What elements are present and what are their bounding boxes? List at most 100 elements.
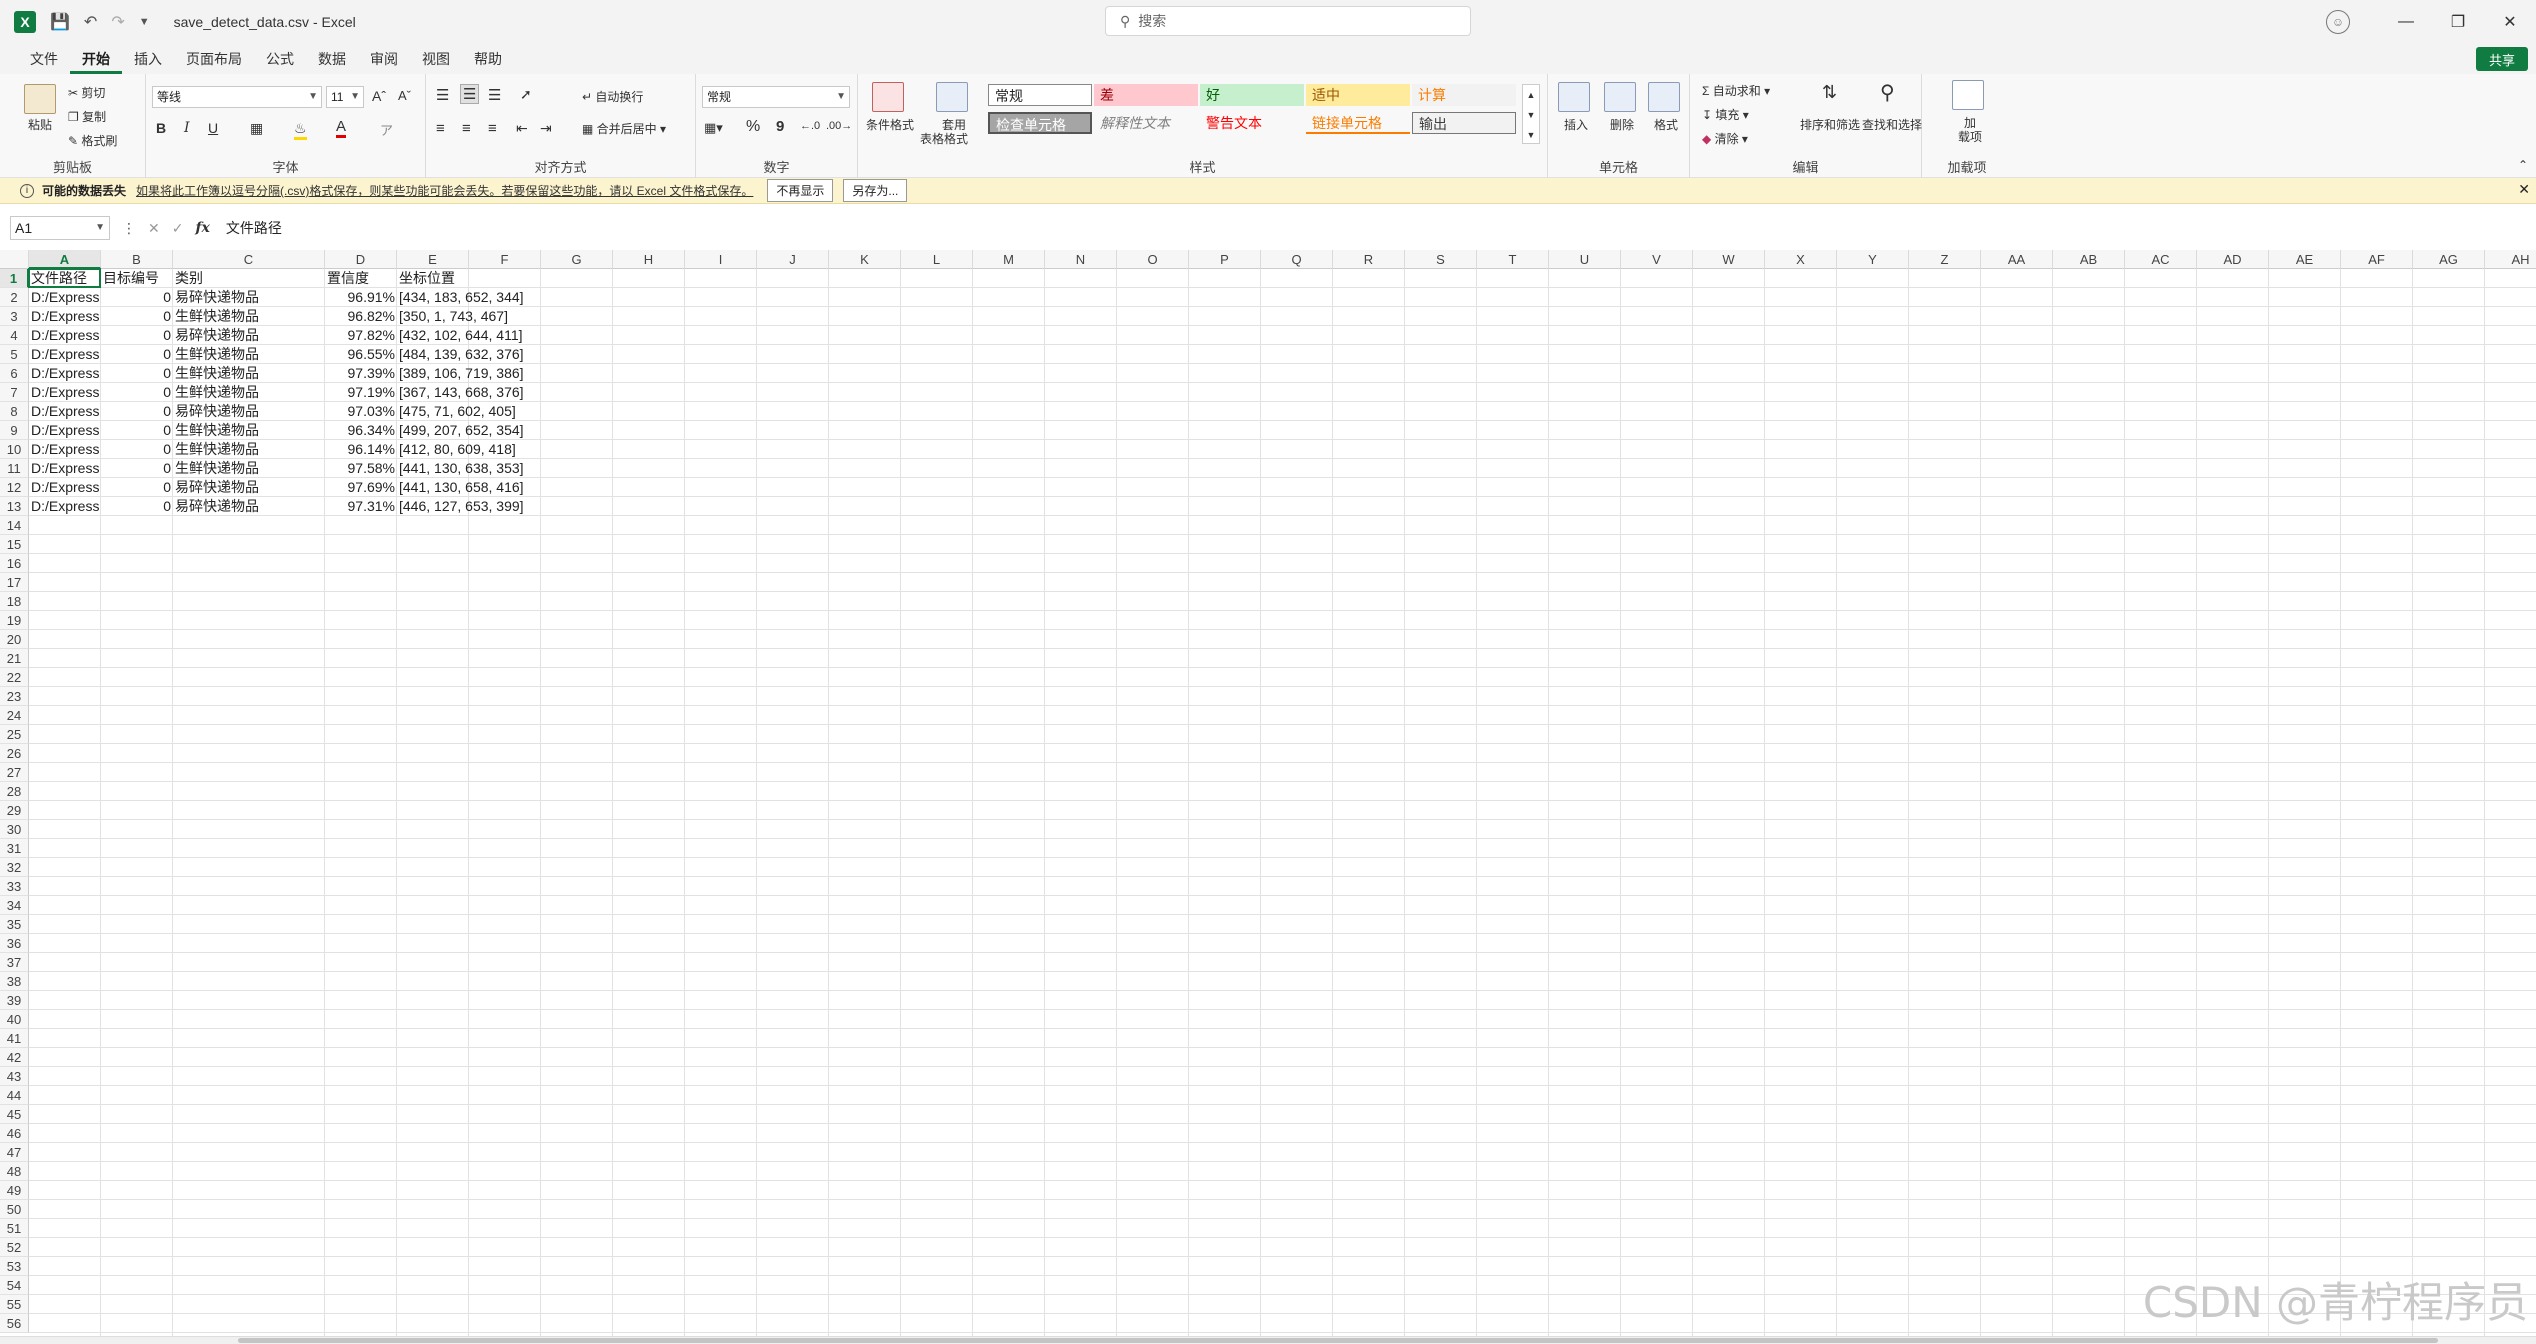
row-header-33[interactable]: 33	[0, 877, 29, 896]
row-header-12[interactable]: 12	[0, 478, 29, 497]
row-header-32[interactable]: 32	[0, 858, 29, 877]
row-header-39[interactable]: 39	[0, 991, 29, 1010]
wrap-text-button[interactable]: ↵ 自动换行	[582, 88, 643, 105]
row-header-11[interactable]: 11	[0, 459, 29, 478]
cell-B2[interactable]: 0	[101, 288, 173, 307]
row-header-21[interactable]: 21	[0, 649, 29, 668]
cell-style-6[interactable]: 解释性文本	[1094, 112, 1198, 134]
row-header-22[interactable]: 22	[0, 668, 29, 687]
horizontal-scrollbar[interactable]	[0, 1336, 2536, 1344]
cell-style-4[interactable]: 计算	[1412, 84, 1516, 106]
insert-cells-icon[interactable]	[1558, 82, 1590, 112]
cell-style-1[interactable]: 差	[1094, 84, 1198, 106]
row-header-16[interactable]: 16	[0, 554, 29, 573]
row-header-30[interactable]: 30	[0, 820, 29, 839]
underline-button[interactable]: U	[208, 120, 218, 136]
row-header-27[interactable]: 27	[0, 763, 29, 782]
cell-D3[interactable]: 96.82%	[325, 307, 397, 326]
column-header-AH[interactable]: AH	[2485, 250, 2536, 269]
cell-E10[interactable]: [412, 80, 609, 418]	[397, 440, 541, 459]
column-header-R[interactable]: R	[1333, 250, 1405, 269]
row-header-7[interactable]: 7	[0, 383, 29, 402]
cut-button[interactable]: ✂ 剪切	[68, 84, 105, 101]
cell-B8[interactable]: 0	[101, 402, 173, 421]
conditional-format-icon[interactable]	[872, 82, 904, 112]
cell-B6[interactable]: 0	[101, 364, 173, 383]
addins-icon[interactable]	[1952, 80, 1984, 110]
decrease-font-size-icon[interactable]: Aˇ	[398, 88, 411, 103]
tab-home[interactable]: 开始	[70, 44, 122, 74]
row-header-15[interactable]: 15	[0, 535, 29, 554]
row-header-18[interactable]: 18	[0, 592, 29, 611]
tab-data[interactable]: 数据	[306, 44, 358, 74]
column-header-W[interactable]: W	[1693, 250, 1765, 269]
cell-C1[interactable]: 类别	[173, 269, 325, 288]
column-header-Y[interactable]: Y	[1837, 250, 1909, 269]
cell-style-2[interactable]: 好	[1200, 84, 1304, 106]
row-header-17[interactable]: 17	[0, 573, 29, 592]
cell-E6[interactable]: [389, 106, 719, 386]	[397, 364, 541, 383]
delete-cells-button[interactable]: 删除	[1610, 116, 1634, 133]
cell-B11[interactable]: 0	[101, 459, 173, 478]
cell-C2[interactable]: 易碎快递物品	[173, 288, 325, 307]
more-options-icon[interactable]: ⋮	[122, 220, 136, 237]
cell-D2[interactable]: 96.91%	[325, 288, 397, 307]
phonetic-icon[interactable]: ア	[380, 120, 393, 139]
delete-cells-icon[interactable]	[1604, 82, 1636, 112]
column-header-AF[interactable]: AF	[2341, 250, 2413, 269]
table-format-icon[interactable]	[936, 82, 968, 112]
italic-button[interactable]: I	[184, 120, 190, 136]
cell-style-8[interactable]: 链接单元格	[1306, 112, 1410, 134]
column-header-N[interactable]: N	[1045, 250, 1117, 269]
cell-B3[interactable]: 0	[101, 307, 173, 326]
row-header-36[interactable]: 36	[0, 934, 29, 953]
orientation-icon[interactable]: ➚	[520, 86, 532, 103]
cell-D1[interactable]: 置信度	[325, 269, 397, 288]
insert-cells-button[interactable]: 插入	[1564, 116, 1588, 133]
cell-A6[interactable]: D:/Express	[29, 364, 101, 383]
sort-filter-button[interactable]: 排序和筛选	[1800, 116, 1860, 133]
tab-file[interactable]: 文件	[18, 44, 70, 74]
column-header-G[interactable]: G	[541, 250, 613, 269]
column-header-AE[interactable]: AE	[2269, 250, 2341, 269]
tab-page-layout[interactable]: 页面布局	[174, 44, 254, 74]
column-header-M[interactable]: M	[973, 250, 1045, 269]
tab-insert[interactable]: 插入	[122, 44, 174, 74]
cell-D8[interactable]: 97.03%	[325, 402, 397, 421]
row-header-51[interactable]: 51	[0, 1219, 29, 1238]
row-header-1[interactable]: 1	[0, 269, 29, 288]
cell-A3[interactable]: D:/Express	[29, 307, 101, 326]
row-header-2[interactable]: 2	[0, 288, 29, 307]
addins-line2[interactable]: 载项	[1958, 128, 1982, 145]
column-header-I[interactable]: I	[685, 250, 757, 269]
cell-C7[interactable]: 生鲜快递物品	[173, 383, 325, 402]
row-header-43[interactable]: 43	[0, 1067, 29, 1086]
row-header-41[interactable]: 41	[0, 1029, 29, 1048]
cell-D7[interactable]: 97.19%	[325, 383, 397, 402]
insert-function-icon[interactable]: fx	[195, 220, 209, 236]
column-header-AG[interactable]: AG	[2413, 250, 2485, 269]
row-header-53[interactable]: 53	[0, 1257, 29, 1276]
row-header-44[interactable]: 44	[0, 1086, 29, 1105]
column-header-S[interactable]: S	[1405, 250, 1477, 269]
cell-E12[interactable]: [441, 130, 658, 416]	[397, 478, 541, 497]
cell-A12[interactable]: D:/Express	[29, 478, 101, 497]
row-header-56[interactable]: 56	[0, 1314, 29, 1333]
cell-A7[interactable]: D:/Express	[29, 383, 101, 402]
column-header-F[interactable]: F	[469, 250, 541, 269]
merge-center-button[interactable]: ▦ 合并后居中 ▾	[582, 120, 666, 137]
borders-icon[interactable]: ▦	[250, 120, 263, 137]
increase-decimal-icon[interactable]: ←.0	[800, 120, 820, 132]
cell-style-7[interactable]: 警告文本	[1200, 112, 1304, 134]
restore-icon[interactable]: ❐	[2432, 12, 2484, 32]
cell-B5[interactable]: 0	[101, 345, 173, 364]
cell-D11[interactable]: 97.58%	[325, 459, 397, 478]
cell-C11[interactable]: 生鲜快递物品	[173, 459, 325, 478]
dont-show-again-button[interactable]: 不再显示	[767, 179, 834, 202]
row-header-37[interactable]: 37	[0, 953, 29, 972]
accounting-format-icon[interactable]: ▦▾	[704, 120, 723, 136]
column-header-H[interactable]: H	[613, 250, 685, 269]
column-header-AD[interactable]: AD	[2197, 250, 2269, 269]
cell-A11[interactable]: D:/Express	[29, 459, 101, 478]
row-header-3[interactable]: 3	[0, 307, 29, 326]
